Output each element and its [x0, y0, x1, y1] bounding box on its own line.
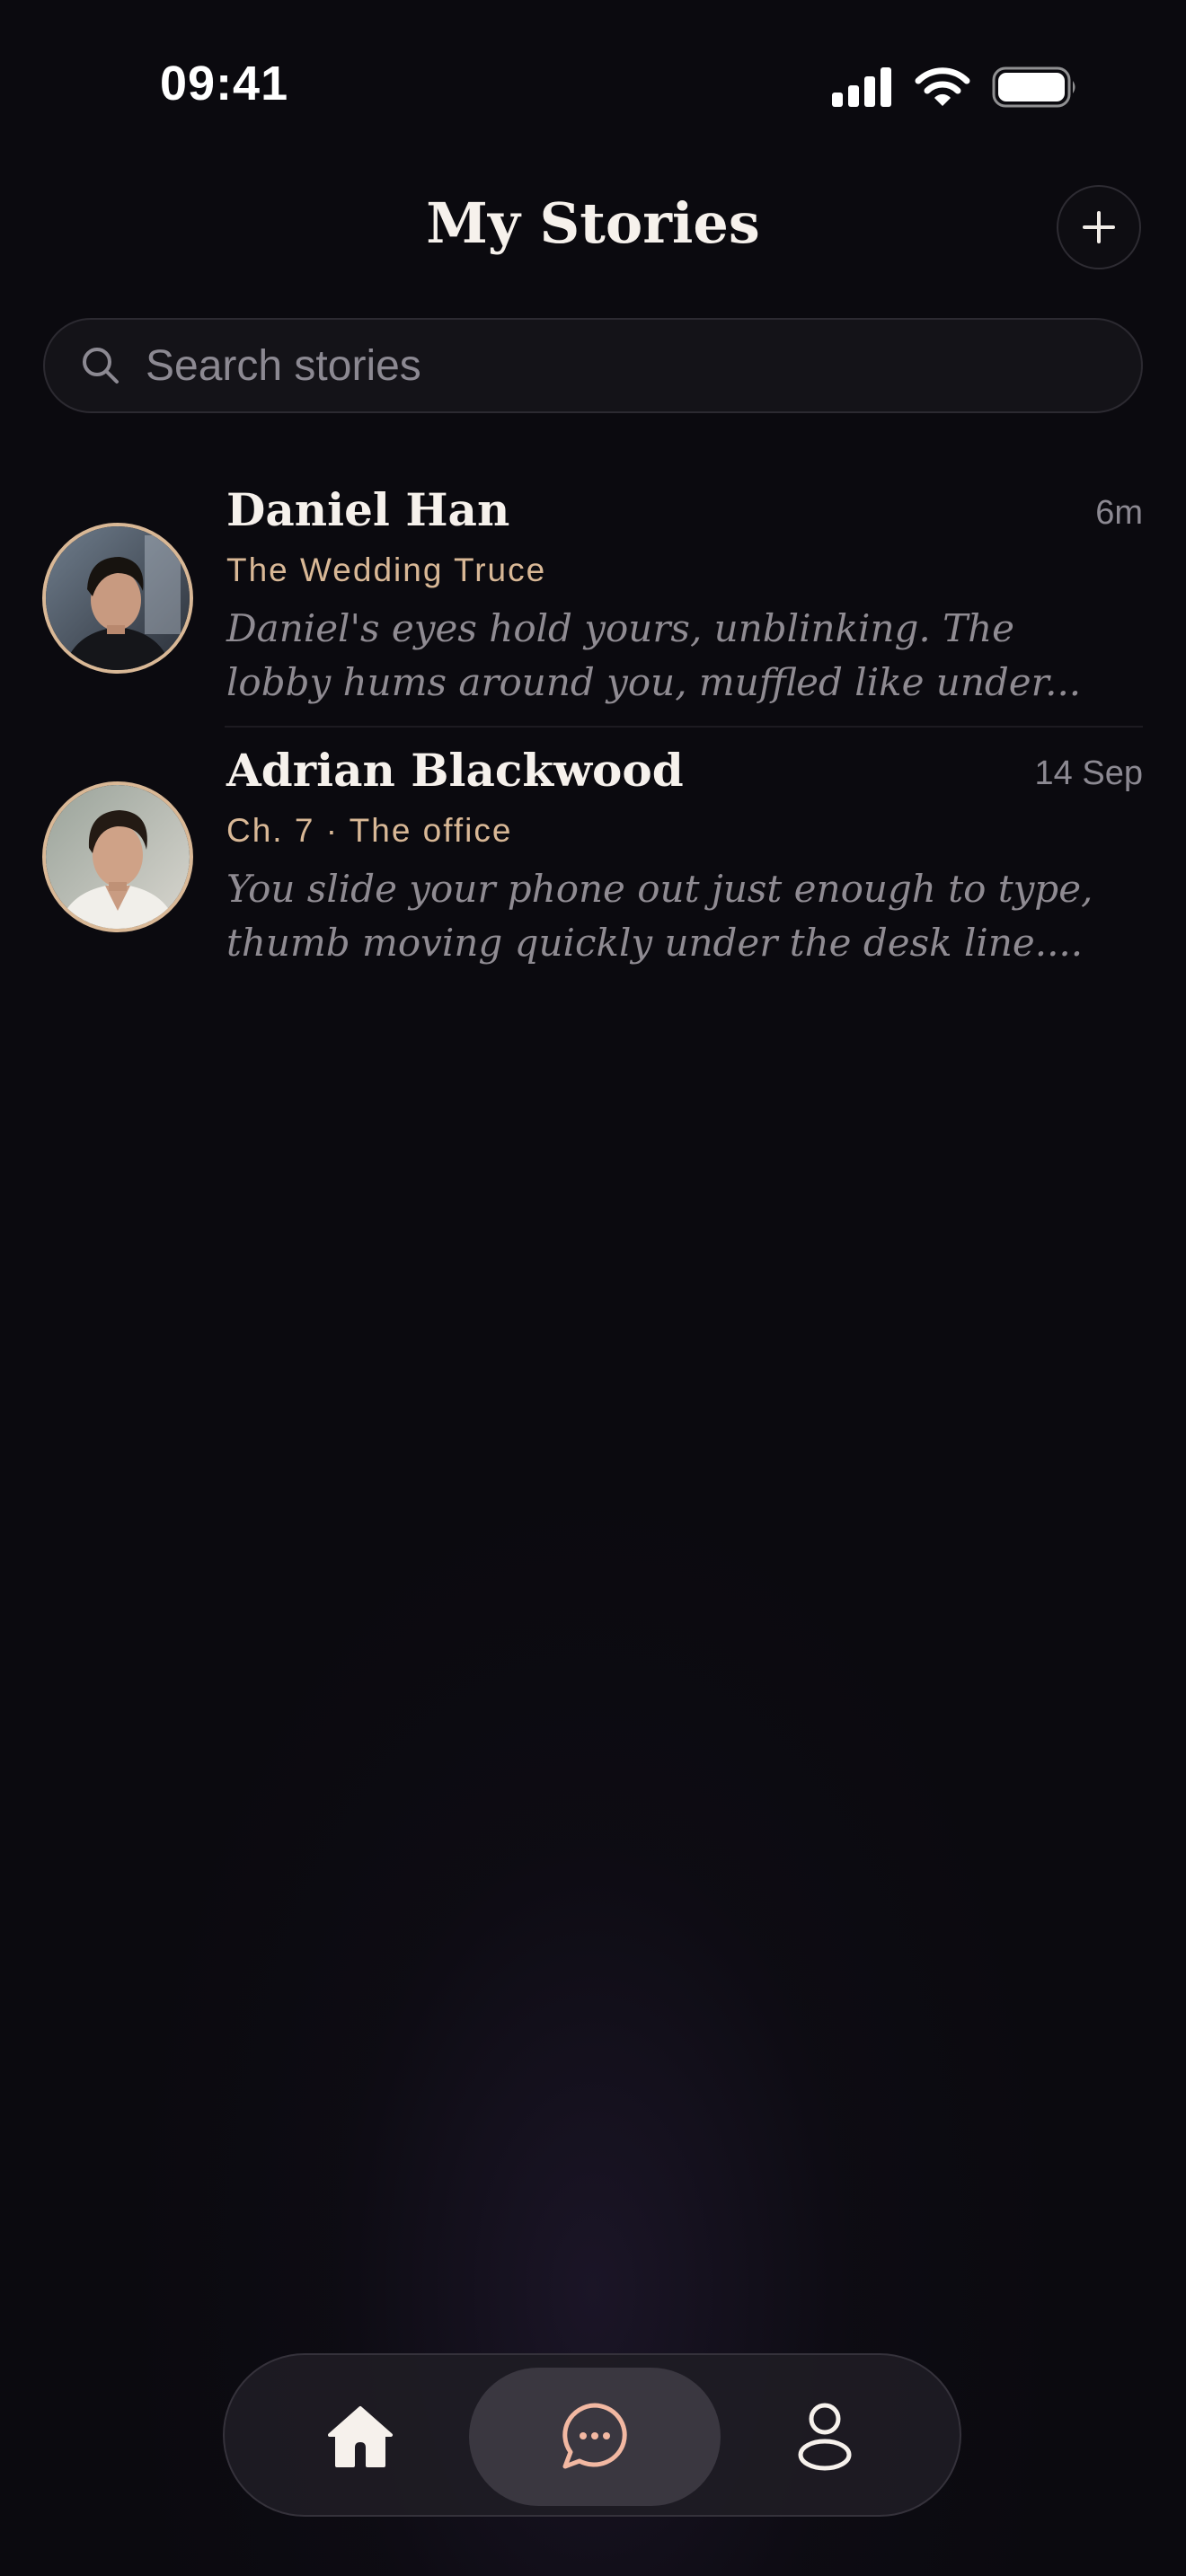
bottom-nav [223, 2353, 961, 2517]
story-item-adrian-blackwood[interactable]: Adrian Blackwood 14 Sep Ch. 7 · The offi… [0, 728, 1186, 988]
add-story-button[interactable] [1057, 185, 1141, 269]
story-preview-line: You slide your phone out just enough to … [226, 867, 1093, 911]
story-preview: You slide your phone out just enough to … [226, 862, 1093, 970]
nav-stories-button[interactable] [469, 2368, 721, 2506]
profile-icon [798, 2403, 852, 2471]
nav-home-button[interactable] [248, 2368, 473, 2506]
story-preview: Daniel's eyes hold yours, unblinking. Th… [226, 602, 1082, 710]
story-subtitle: Ch. 7 · The office [226, 812, 513, 849]
avatar [42, 781, 193, 932]
story-preview-line: thumb moving quickly under the desk line… [226, 921, 1084, 965]
search-icon [79, 344, 122, 387]
story-preview-line: Daniel's eyes hold yours, unblinking. Th… [226, 606, 1015, 650]
search-placeholder: Search stories [146, 341, 421, 390]
my-stories-screen: 09:41 My Stories Search stories Daniel H… [0, 0, 1186, 2576]
story-name: Adrian Blackwood [226, 744, 684, 797]
chat-bubble-icon [562, 2403, 627, 2469]
story-preview-line: lobby hums around you, muffled like unde… [226, 660, 1082, 704]
story-item-daniel-han[interactable]: Daniel Han 6m The Wedding Truce Daniel's… [0, 467, 1186, 728]
search-input[interactable]: Search stories [43, 318, 1143, 413]
home-icon [328, 2406, 393, 2467]
story-timestamp: 6m [1095, 494, 1143, 532]
nav-profile-button[interactable] [710, 2368, 940, 2506]
avatar [42, 523, 193, 674]
plus-icon [1083, 211, 1115, 243]
story-subtitle: The Wedding Truce [226, 551, 547, 588]
wifi-icon [915, 67, 970, 106]
status-icons [832, 65, 1078, 110]
cellular-signal-icon [832, 67, 891, 107]
status-time: 09:41 [160, 57, 289, 110]
battery-icon [992, 66, 1075, 108]
story-timestamp: 14 Sep [1034, 754, 1143, 792]
story-name: Daniel Han [226, 483, 510, 536]
page-title: My Stories [426, 190, 760, 256]
